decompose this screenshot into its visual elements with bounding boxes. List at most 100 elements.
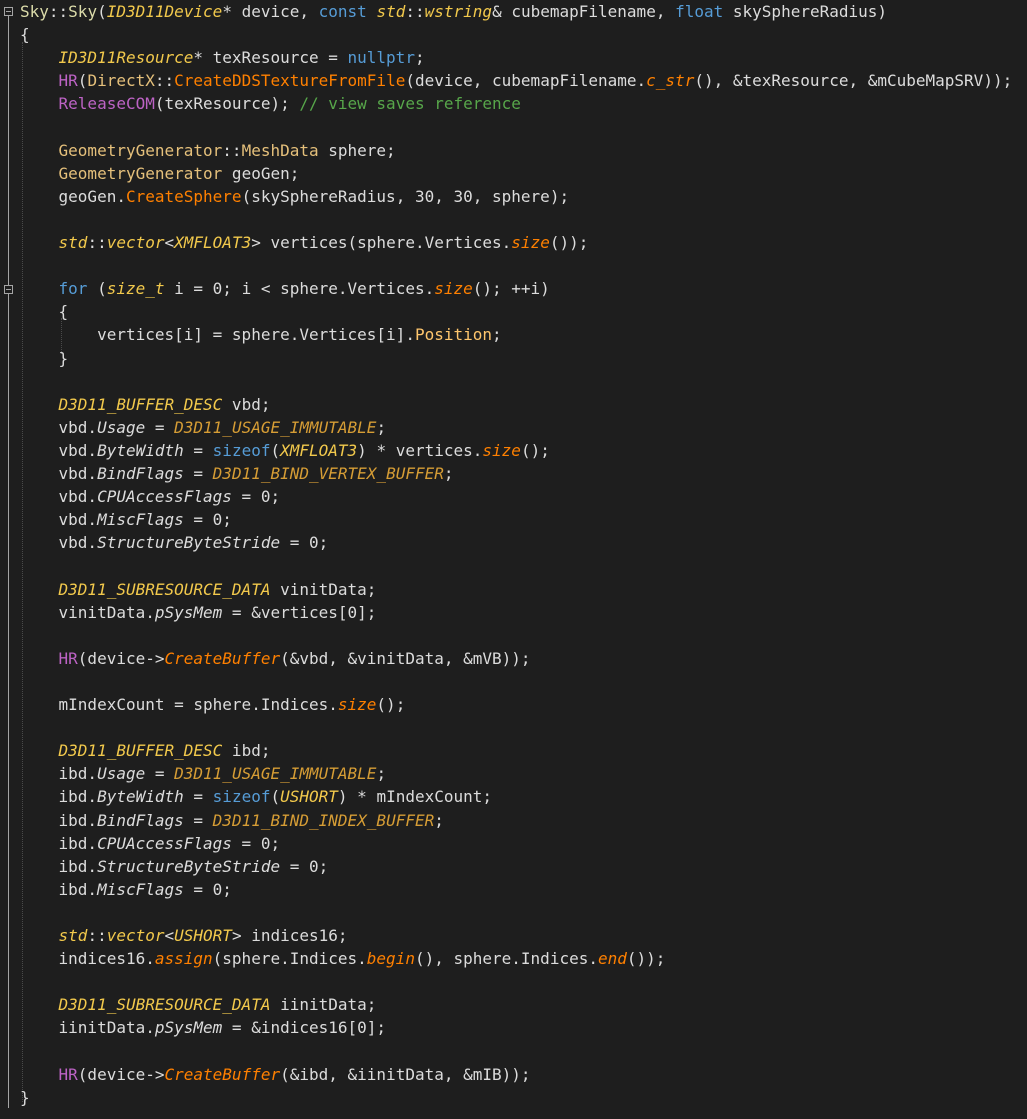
code-line[interactable]: D3D11_SUBRESOURCE_DATA vinitData; <box>20 578 377 601</box>
code-token: ) * vertices. <box>357 440 483 460</box>
code-token: D3D11_BUFFER_DESC <box>58 394 223 414</box>
code-line[interactable]: vbd.StructureByteStride = 0; <box>20 531 329 554</box>
code-line[interactable]: D3D11_BUFFER_DESC ibd; <box>20 739 271 762</box>
code-token: ()); <box>549 233 589 252</box>
code-token: geoGen; <box>222 163 300 183</box>
code-token: size <box>511 233 550 252</box>
code-token: std <box>58 233 88 252</box>
code-token: vinitData. <box>20 602 155 622</box>
code-token: wstring <box>424 2 493 21</box>
code-token: ; <box>376 764 387 784</box>
code-token: vbd. <box>20 487 98 507</box>
code-token: ( <box>77 71 88 91</box>
code-token: CreateBuffer <box>164 648 281 668</box>
code-token: (), sphere.Indices. <box>414 949 598 969</box>
code-token: & cubemapFilename, <box>492 2 676 21</box>
code-line[interactable]: vbd.ByteWidth = sizeof(XMFLOAT3) * verti… <box>20 439 550 462</box>
code-line[interactable]: std::vector<XMFLOAT3> vertices(sphere.Ve… <box>20 231 589 254</box>
code-token: MiscFlags <box>97 879 184 899</box>
fold-toggle-for-loop-icon[interactable] <box>4 285 13 294</box>
code-token: :: <box>222 140 242 160</box>
code-line[interactable]: ReleaseCOM(texResource); // view saves r… <box>20 92 521 115</box>
code-token: D3D11_USAGE_IMMUTABLE <box>174 417 377 437</box>
code-line[interactable]: vbd.MiscFlags = 0; <box>20 508 232 531</box>
code-token: GeometryGenerator <box>58 163 223 183</box>
code-token: = &indices16[0]; <box>222 1018 387 1038</box>
code-line[interactable]: ibd.BindFlags = D3D11_BIND_INDEX_BUFFER; <box>20 809 444 832</box>
code-line[interactable]: } <box>20 347 69 370</box>
code-token: D3D11_USAGE_IMMUTABLE <box>174 764 377 784</box>
code-token: ibd; <box>222 741 271 761</box>
fold-toggle-function-icon[interactable] <box>4 7 13 16</box>
code-token: vinitData; <box>270 579 377 599</box>
code-line[interactable]: GeometryGenerator::MeshData sphere; <box>20 139 396 162</box>
code-token: HR <box>58 71 78 91</box>
code-line[interactable]: ibd.MiscFlags = 0; <box>20 878 232 901</box>
code-token: ibd. <box>20 833 98 853</box>
code-token: StructureByteStride <box>97 856 281 876</box>
code-line[interactable]: ID3D11Resource* texResource = nullptr; <box>20 46 425 69</box>
code-line[interactable]: iinitData.pSysMem = &indices16[0]; <box>20 1016 387 1039</box>
code-token: vector <box>106 233 165 252</box>
code-line[interactable]: vertices[i] = sphere.Vertices[i].Positio… <box>20 323 502 346</box>
code-token: vertices[i] = sphere.Vertices[i]. <box>20 325 415 345</box>
code-token: ReleaseCOM <box>58 94 155 114</box>
fold-line-function <box>8 16 9 1108</box>
code-token: assign <box>154 949 213 969</box>
code-line[interactable]: for (size_t i = 0; i < sphere.Vertices.s… <box>20 277 550 300</box>
code-line[interactable]: HR(device->CreateBuffer(&vbd, &vinitData… <box>20 647 531 670</box>
code-line[interactable]: Sky::Sky(ID3D11Device* device, const std… <box>20 0 887 23</box>
code-token: float <box>675 2 724 21</box>
code-token: (&vbd, &vinitData, &mVB)); <box>280 648 531 668</box>
code-token: ) * mIndexCount; <box>337 787 493 807</box>
code-token: end <box>597 949 627 969</box>
code-line[interactable]: HR(device->CreateBuffer(&ibd, &iinitData… <box>20 1063 531 1086</box>
code-line[interactable]: vbd.Usage = D3D11_USAGE_IMMUTABLE; <box>20 416 387 439</box>
code-token: Sky <box>68 2 98 21</box>
code-token: size_t <box>106 279 165 299</box>
code-line[interactable]: GeometryGenerator geoGen; <box>20 162 300 185</box>
code-line[interactable]: HR(DirectX::CreateDDSTextureFromFile(dev… <box>20 69 1013 92</box>
code-line[interactable]: vbd.BindFlags = D3D11_BIND_VERTEX_BUFFER… <box>20 462 454 485</box>
code-line[interactable]: } <box>20 1086 30 1109</box>
code-line[interactable]: ibd.Usage = D3D11_USAGE_IMMUTABLE; <box>20 762 387 785</box>
code-line[interactable]: ibd.CPUAccessFlags = 0; <box>20 832 281 855</box>
code-line[interactable]: D3D11_BUFFER_DESC vbd; <box>20 393 271 416</box>
code-line[interactable]: { <box>20 300 69 323</box>
code-line[interactable]: std::vector<USHORT> indices16; <box>20 924 348 947</box>
code-line[interactable]: ibd.ByteWidth = sizeof(USHORT) * mIndexC… <box>20 785 493 808</box>
code-token: Usage <box>97 417 146 437</box>
code-line[interactable]: { <box>20 23 30 46</box>
code-line[interactable]: vbd.CPUAccessFlags = 0; <box>20 485 281 508</box>
code-line[interactable]: ibd.StructureByteStride = 0; <box>20 855 329 878</box>
code-token: = <box>145 764 175 784</box>
code-line[interactable]: mIndexCount = sphere.Indices.size(); <box>20 693 406 716</box>
code-token: ; <box>492 325 502 345</box>
code-token: CreateSphere <box>125 186 242 206</box>
code-editor[interactable]: Sky::Sky(ID3D11Device* device, const std… <box>0 0 1027 1119</box>
code-line[interactable]: indices16.assign(sphere.Indices.begin(),… <box>20 947 666 970</box>
code-line[interactable]: vinitData.pSysMem = &vertices[0]; <box>20 601 377 624</box>
code-token: (skySphereRadius, 30, 30, sphere); <box>241 186 570 206</box>
code-token: = <box>183 787 213 807</box>
code-token: { <box>20 302 69 322</box>
code-token: (sphere.Indices. <box>212 949 367 969</box>
code-token: mIndexCount = sphere.Indices. <box>20 695 338 714</box>
code-line[interactable]: geoGen.CreateSphere(skySphereRadius, 30,… <box>20 185 570 208</box>
code-token: ibd. <box>20 764 98 784</box>
code-token: Sky <box>20 2 49 21</box>
code-token: Position <box>414 325 493 345</box>
code-token: ID3D11Resource <box>58 48 194 68</box>
code-token: iinitData; <box>270 995 377 1015</box>
code-token: nullptr <box>347 48 415 68</box>
code-line[interactable]: D3D11_SUBRESOURCE_DATA iinitData; <box>20 993 377 1016</box>
code-token: ; <box>376 417 387 437</box>
code-token: ibd. <box>20 856 98 876</box>
code-token: vector <box>106 926 165 945</box>
